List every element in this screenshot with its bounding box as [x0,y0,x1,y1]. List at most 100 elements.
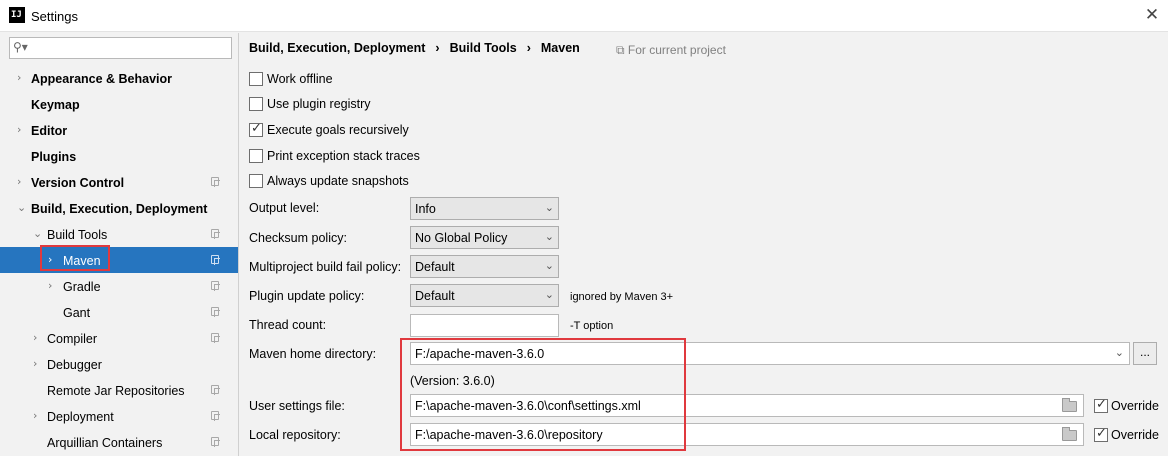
thread-count-hint: -T option [570,320,614,332]
output-level-label: Output level: [249,201,320,215]
local-repository-label: Local repository: [249,428,341,442]
folder-icon[interactable] [1062,427,1077,441]
project-scope-icon [211,255,220,265]
chevron-right-icon[interactable]: › [33,331,37,344]
sidebar-item-version-control[interactable]: › Version Control [0,169,238,195]
chevron-down-icon: ⌄ [544,230,554,243]
chevron-down-icon: ⌄ [544,259,554,272]
sidebar-item-compiler[interactable]: › Compiler [0,325,238,351]
chevron-right-icon[interactable]: › [48,279,52,292]
sidebar-item-plugins[interactable]: Plugins [0,143,238,169]
chevron-down-icon[interactable]: ⌄ [33,227,42,240]
plugin-update-policy-label: Plugin update policy: [249,289,365,303]
project-scope-icon [211,281,220,291]
sidebar-item-label: Build Tools [47,228,108,242]
print-exception-stack-traces-check[interactable] [249,149,263,163]
sidebar-item-remote-jar-repositories[interactable]: Remote Jar Repositories [0,377,238,403]
chevron-right-icon[interactable]: › [33,409,37,422]
output-level-value: Info [415,202,436,216]
chevron-right-icon[interactable]: › [17,175,21,188]
sidebar-item-label: Gant [63,306,91,320]
sidebar-item-label: Arquillian Containers [47,436,163,450]
maven-home-browse-button[interactable]: ... [1133,342,1157,365]
sidebar-item-keymap[interactable]: Keymap [0,91,238,117]
maven-highlight-box [40,245,110,271]
plugin-update-policy-value: Default [415,289,455,303]
project-scope-icon [211,307,220,317]
maven-settings-panel: Build, Execution, Deployment › Build Tools… [240,33,1168,456]
search-input[interactable]: ⚲▾ [9,37,232,59]
user-settings-label: User settings file: [249,399,345,413]
chevron-right-icon[interactable]: › [17,123,21,136]
checksum-policy-label: Checksum policy: [249,231,347,245]
title-bar: IJ Settings ✕ [0,0,1168,32]
chevron-down-icon: ⌄ [544,201,554,214]
sidebar-item-build-execution-deployment[interactable]: ⌄ Build, Execution, Deployment [0,195,238,221]
print-exception-stack-traces-label: Print exception stack traces [267,149,420,163]
multiproject-fail-policy-select[interactable]: Default ⌄ [410,255,559,278]
settings-sidebar: ⚲▾ › Appearance & Behavior Keymap › Editor Pl… [0,33,239,456]
sidebar-item-label: Compiler [47,332,98,346]
project-scope-icon [211,411,220,421]
breadcrumb-build-tools: Build Tools [449,41,517,55]
multiproject-fail-policy-value: Default [415,260,455,274]
plugin-update-policy-select[interactable]: Default ⌄ [410,284,559,307]
for-current-project-note: ⧉ For current project [616,43,726,57]
breadcrumb-separator: › [526,41,531,55]
window-title: Settings [31,9,78,24]
always-update-snapshots-check[interactable] [249,174,263,188]
sidebar-item-build-tools[interactable]: ⌄ Build Tools [0,221,238,247]
execute-goals-recursively-check[interactable] [249,121,263,137]
chevron-right-icon[interactable]: › [17,71,21,84]
maven-paths-highlight-box [400,338,686,451]
sidebar-item-debugger[interactable]: › Debugger [0,351,238,377]
sidebar-item-label: Version Control [31,176,125,190]
work-offline-check[interactable] [249,72,263,86]
plugin-update-policy-hint: ignored by Maven 3+ [570,291,674,303]
project-scope-icon [211,385,220,395]
local-repository-override-check[interactable] [1094,426,1108,442]
project-scope-icon [211,333,220,343]
sidebar-item-gradle[interactable]: › Gradle [0,273,238,299]
sidebar-item-gant[interactable]: Gant [0,299,238,325]
project-scope-icon [211,229,220,239]
multiproject-fail-policy-label: Multiproject build fail policy: [249,260,402,274]
sidebar-item-deployment[interactable]: › Deployment [0,403,238,429]
user-settings-override-check[interactable] [1094,397,1108,413]
sidebar-item-label: Build, Execution, Deployment [31,202,208,216]
thread-count-label: Thread count: [249,318,327,332]
sidebar-item-maven[interactable]: › Maven [0,247,238,273]
sidebar-item-label: Debugger [47,358,102,372]
folder-icon[interactable] [1062,398,1077,412]
checksum-policy-select[interactable]: No Global Policy ⌄ [410,226,559,249]
intellij-icon: IJ [9,7,25,23]
search-icon: ⚲▾ [13,40,28,54]
always-update-snapshots-label: Always update snapshots [267,174,409,188]
sidebar-item-editor[interactable]: › Editor [0,117,238,143]
sidebar-item-label: Editor [31,124,68,138]
sidebar-item-label: Gradle [63,280,101,294]
user-settings-override-label: Override [1111,399,1159,413]
project-scope-icon [211,177,220,187]
sidebar-item-appearance-behavior[interactable]: › Appearance & Behavior [0,65,238,91]
breadcrumb-maven: Maven [540,41,580,55]
chevron-right-icon[interactable]: › [33,357,37,370]
sidebar-item-label: Deployment [47,410,114,424]
use-plugin-registry-label: Use plugin registry [267,97,371,111]
close-icon[interactable]: ✕ [1143,5,1161,25]
sidebar-item-label: Remote Jar Repositories [47,384,185,398]
breadcrumb-build-execution-deployment: Build, Execution, Deployment [249,41,426,55]
for-current-project-label: For current project [627,43,726,57]
work-offline-label: Work offline [267,72,333,86]
project-scope-icon [211,437,220,447]
output-level-select[interactable]: Info ⌄ [410,197,559,220]
sidebar-item-label: Keymap [31,98,80,112]
chevron-down-icon: ⌄ [1114,346,1124,359]
sidebar-item-arquillian-containers[interactable]: Arquillian Containers [0,429,238,455]
thread-count-input[interactable] [410,314,559,337]
chevron-down-icon[interactable]: ⌄ [17,201,26,214]
maven-home-label: Maven home directory: [249,347,377,361]
use-plugin-registry-check[interactable] [249,97,263,111]
breadcrumb-separator: › [435,41,440,55]
sidebar-item-label: Plugins [31,150,77,164]
